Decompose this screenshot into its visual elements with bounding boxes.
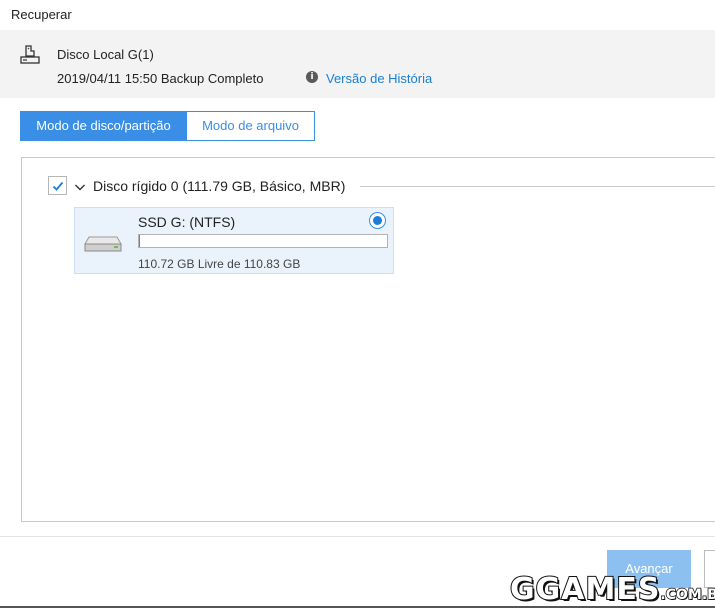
backup-info: 2019/04/11 15:50 Backup Completo [57, 71, 264, 86]
checkmark-icon [52, 181, 64, 191]
tab-file-mode[interactable]: Modo de arquivo [186, 111, 315, 141]
backup-disk-name: Disco Local G(1) [57, 47, 154, 62]
radio-selected-dot [373, 216, 382, 225]
version-history-link[interactable]: Versão de História [326, 71, 432, 86]
partition-name: SSD G: (NTFS) [138, 214, 236, 230]
title-bar: Recuperar [0, 0, 715, 30]
footer-divider [0, 536, 715, 537]
info-icon: i [306, 71, 318, 83]
watermark-tld: .COM.BR [660, 586, 715, 604]
tab-disk-partition-mode[interactable]: Modo de disco/partição [20, 111, 187, 141]
window-title: Recuperar [11, 7, 72, 22]
partition-card[interactable]: SSD G: (NTFS) 110.72 GB Livre de 110.83 … [74, 207, 394, 274]
backup-header: Disco Local G(1) 2019/04/11 15:50 Backup… [0, 30, 715, 98]
partition-free-space: 110.72 GB Livre de 110.83 GB [138, 257, 301, 271]
disk-label: Disco rígido 0 (111.79 GB, Básico, MBR) [93, 178, 346, 194]
usage-bar [138, 234, 388, 248]
hard-drive-icon [83, 234, 123, 254]
watermark-logo: GGAMES.COM.BR [509, 571, 715, 608]
chevron-down-icon[interactable] [74, 180, 86, 192]
partition-radio[interactable] [369, 212, 386, 229]
disk-checkbox[interactable] [48, 176, 67, 195]
usage-bar-fill [139, 235, 140, 247]
watermark-main: GGAMES [509, 571, 661, 608]
group-divider [360, 186, 715, 187]
disk-backup-icon [19, 44, 41, 66]
